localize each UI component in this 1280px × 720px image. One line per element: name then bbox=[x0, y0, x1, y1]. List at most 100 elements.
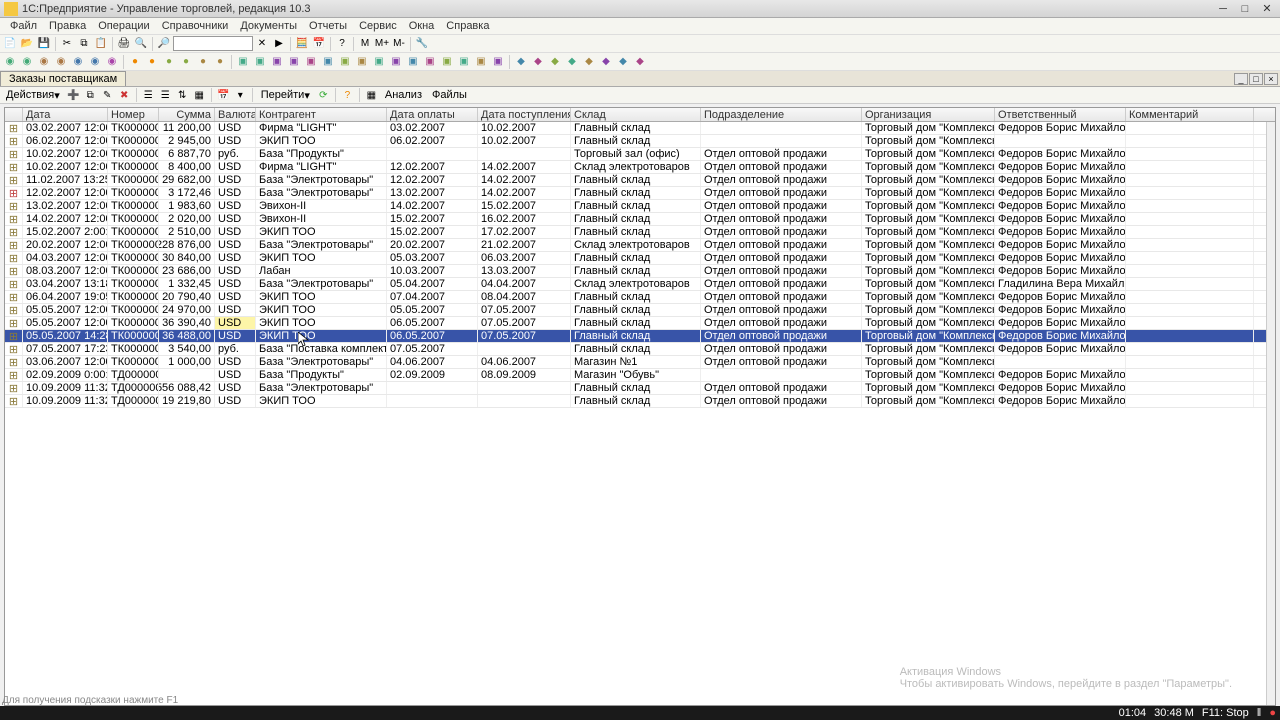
m-icon[interactable]: M bbox=[357, 36, 373, 52]
find-icon[interactable]: 🔎 bbox=[156, 36, 172, 52]
table-row[interactable]: ⊞15.02.2007 2:00:00ТК0000000072 510,00US… bbox=[5, 226, 1275, 239]
tb2-36-icon[interactable]: ◆ bbox=[615, 54, 631, 70]
table-row[interactable]: ⊞10.02.2007 12:00:00ТК0000000028 400,00U… bbox=[5, 161, 1275, 174]
tb2-25-icon[interactable]: ▣ bbox=[422, 54, 438, 70]
rec-record-icon[interactable]: ● bbox=[1269, 707, 1276, 719]
menu-окна[interactable]: Окна bbox=[403, 20, 441, 32]
tb2-24-icon[interactable]: ▣ bbox=[405, 54, 421, 70]
table-row[interactable]: ⊞03.04.2007 13:18:36ТК0000000181 332,45U… bbox=[5, 278, 1275, 291]
tb2-32-icon[interactable]: ◆ bbox=[547, 54, 563, 70]
tb2-6-icon[interactable]: ◉ bbox=[87, 54, 103, 70]
tb2-18-icon[interactable]: ▣ bbox=[303, 54, 319, 70]
scrollbar[interactable] bbox=[1266, 122, 1275, 705]
table-row[interactable]: ⊞03.02.2007 12:00:00ТК00000001511 200,00… bbox=[5, 122, 1275, 135]
cut-icon[interactable]: ✂ bbox=[59, 36, 75, 52]
analysis-button[interactable]: Анализ bbox=[381, 88, 426, 103]
group-icon[interactable]: ▦ bbox=[192, 88, 207, 103]
menu-операции[interactable]: Операции bbox=[92, 20, 155, 32]
files-button[interactable]: Файлы bbox=[428, 88, 471, 103]
search-go-icon[interactable]: ▶ bbox=[271, 36, 287, 52]
tb2-33-icon[interactable]: ◆ bbox=[564, 54, 580, 70]
form-help-icon[interactable]: ? bbox=[340, 88, 355, 103]
tb2-7-icon[interactable]: ◉ bbox=[104, 54, 120, 70]
tb2-3-icon[interactable]: ◉ bbox=[36, 54, 52, 70]
table-row[interactable]: ⊞13.02.2007 12:00:00ТК0000000051 983,60U… bbox=[5, 200, 1275, 213]
copy-icon[interactable]: ⧉ bbox=[76, 36, 92, 52]
edit-icon[interactable]: ✎ bbox=[100, 88, 115, 103]
menu-справка[interactable]: Справка bbox=[440, 20, 495, 32]
menu-документы[interactable]: Документы bbox=[234, 20, 303, 32]
tb2-5-icon[interactable]: ◉ bbox=[70, 54, 86, 70]
table-row[interactable]: ⊞07.05.2007 17:23:52ТК0000000163 540,00р… bbox=[5, 343, 1275, 356]
col-counterparty[interactable]: Контрагент bbox=[256, 108, 387, 121]
menu-сервис[interactable]: Сервис bbox=[353, 20, 403, 32]
print-icon[interactable]: 🖨 bbox=[116, 36, 132, 52]
col-number[interactable]: Номер bbox=[108, 108, 159, 121]
tb2-4-icon[interactable]: ◉ bbox=[53, 54, 69, 70]
table-row[interactable]: ⊞03.06.2007 12:00:01ТК0000000201 000,00U… bbox=[5, 356, 1275, 369]
filter-icon[interactable]: ☰ bbox=[141, 88, 156, 103]
open-icon[interactable]: 📂 bbox=[19, 36, 35, 52]
new-icon[interactable]: 📄 bbox=[2, 36, 18, 52]
table-row[interactable]: ⊞06.02.2007 12:00:00ТК0000000192 945,00U… bbox=[5, 135, 1275, 148]
help-icon[interactable]: ? bbox=[334, 36, 350, 52]
col-organization[interactable]: Организация bbox=[862, 108, 995, 121]
tb2-16-icon[interactable]: ▣ bbox=[269, 54, 285, 70]
tb2-34-icon[interactable]: ◆ bbox=[581, 54, 597, 70]
period2-icon[interactable]: ▾ bbox=[233, 88, 248, 103]
tb2-22-icon[interactable]: ▣ bbox=[371, 54, 387, 70]
copy-doc-icon[interactable]: ⧉ bbox=[83, 88, 98, 103]
table-row[interactable]: ⊞12.02.2007 12:00:00ТК0000000043 172,46U… bbox=[5, 187, 1275, 200]
table-row[interactable]: ⊞14.02.2007 12:00:00ТК0000000062 020,00U… bbox=[5, 213, 1275, 226]
calendar-icon[interactable]: 📅 bbox=[311, 36, 327, 52]
table-row[interactable]: ⊞05.05.2007 12:00:00ТК00000001336 390,40… bbox=[5, 317, 1275, 330]
table-row[interactable]: ⊞05.05.2007 12:00:00ТК00000001224 970,00… bbox=[5, 304, 1275, 317]
col-sum[interactable]: Сумма bbox=[159, 108, 215, 121]
tb2-17-icon[interactable]: ▣ bbox=[286, 54, 302, 70]
maximize-button[interactable]: □ bbox=[1236, 2, 1254, 16]
filter2-icon[interactable]: ☰ bbox=[158, 88, 173, 103]
minimize-button[interactable]: ─ bbox=[1214, 2, 1232, 16]
tb2-20-icon[interactable]: ▣ bbox=[337, 54, 353, 70]
tb2-19-icon[interactable]: ▣ bbox=[320, 54, 336, 70]
tb2-1-icon[interactable]: ◉ bbox=[2, 54, 18, 70]
tb2-10-icon[interactable]: ● bbox=[161, 54, 177, 70]
tb2-13-icon[interactable]: ● bbox=[212, 54, 228, 70]
delete-icon[interactable]: ✖ bbox=[117, 88, 132, 103]
actions-dropdown[interactable]: Действия ▾ bbox=[2, 88, 64, 103]
goto-dropdown[interactable]: Перейти ▾ bbox=[257, 88, 314, 103]
paste-icon[interactable]: 📋 bbox=[93, 36, 109, 52]
add-icon[interactable]: ➕ bbox=[66, 88, 81, 103]
tool-icon[interactable]: 🔧 bbox=[414, 36, 430, 52]
document-tab[interactable]: Заказы поставщикам bbox=[0, 71, 126, 86]
tb2-28-icon[interactable]: ▣ bbox=[473, 54, 489, 70]
close-button[interactable]: ✕ bbox=[1258, 2, 1276, 16]
col-warehouse[interactable]: Склад bbox=[571, 108, 701, 121]
refresh-icon[interactable]: ⟳ bbox=[316, 88, 331, 103]
tb2-31-icon[interactable]: ◆ bbox=[530, 54, 546, 70]
doc-maximize-button[interactable]: □ bbox=[1249, 73, 1263, 85]
col-currency[interactable]: Валюта bbox=[215, 108, 256, 121]
table-row[interactable]: ⊞11.02.2007 13:25:26ТК00000000329 682,00… bbox=[5, 174, 1275, 187]
table-row[interactable]: ⊞04.03.2007 12:00:00ТК00000000930 840,00… bbox=[5, 252, 1275, 265]
col-receipt-date[interactable]: Дата поступления bbox=[478, 108, 571, 121]
preview-icon[interactable]: 🔍 bbox=[133, 36, 149, 52]
col-responsible[interactable]: Ответственный bbox=[995, 108, 1126, 121]
tb2-21-icon[interactable]: ▣ bbox=[354, 54, 370, 70]
tb2-27-icon[interactable]: ▣ bbox=[456, 54, 472, 70]
table-row[interactable]: ⊞10.09.2009 11:32:15ТД00000002556 088,42… bbox=[5, 382, 1275, 395]
doc-close-button[interactable]: × bbox=[1264, 73, 1278, 85]
tb2-29-icon[interactable]: ▣ bbox=[490, 54, 506, 70]
table-row[interactable]: ⊞20.02.2007 12:00:00ТК000000008228 876,0… bbox=[5, 239, 1275, 252]
col-icon[interactable] bbox=[5, 108, 23, 121]
tb2-11-icon[interactable]: ● bbox=[178, 54, 194, 70]
structure-icon[interactable]: ▦ bbox=[364, 88, 379, 103]
menu-справочники[interactable]: Справочники bbox=[156, 20, 235, 32]
period-icon[interactable]: 📅 bbox=[216, 88, 231, 103]
calc-icon[interactable]: 🧮 bbox=[294, 36, 310, 52]
search-clear-icon[interactable]: ✕ bbox=[254, 36, 270, 52]
menu-файл[interactable]: Файл bbox=[4, 20, 43, 32]
table-row[interactable]: ⊞10.09.2009 11:32:17ТД0000000319 219,80U… bbox=[5, 395, 1275, 408]
col-division[interactable]: Подразделение bbox=[701, 108, 862, 121]
menu-отчеты[interactable]: Отчеты bbox=[303, 20, 353, 32]
